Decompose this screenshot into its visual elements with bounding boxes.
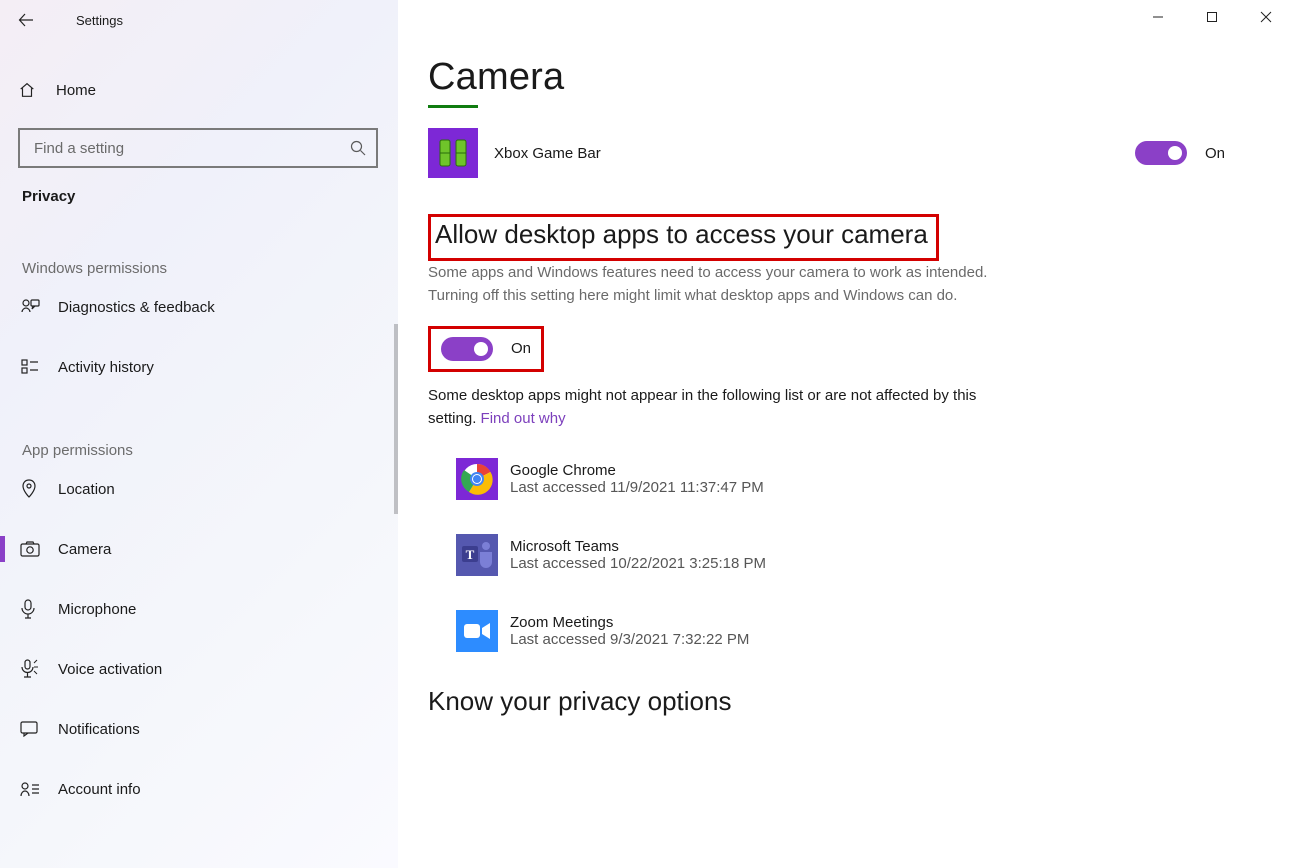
sidebar-category-privacy: Privacy (18, 188, 398, 205)
window-controls (1131, 0, 1293, 34)
zoom-icon (456, 610, 498, 652)
sidebar-item-camera[interactable]: Camera (18, 529, 398, 569)
toggle-label: On (511, 340, 531, 357)
nav-label: Microphone (58, 601, 136, 618)
minimize-button[interactable] (1131, 0, 1185, 34)
find-out-why-link[interactable]: Find out why (481, 410, 566, 427)
sidebar-item-notifications[interactable]: Notifications (18, 709, 398, 749)
microphone-icon (20, 599, 58, 619)
group-windows-permissions: Windows permissions (18, 260, 398, 277)
sidebar-item-account-info[interactable]: Account info (18, 769, 398, 809)
maximize-icon (1206, 11, 1218, 23)
sidebar-item-microphone[interactable]: Microphone (18, 589, 398, 629)
activity-icon (20, 358, 58, 376)
notifications-icon (20, 721, 58, 737)
nav-label: Voice activation (58, 661, 162, 678)
back-button[interactable] (18, 12, 58, 28)
nav-label: Diagnostics & feedback (58, 299, 215, 316)
section-description: Some apps and Windows features need to a… (428, 261, 988, 308)
close-button[interactable] (1239, 0, 1293, 34)
search-box[interactable] (18, 128, 378, 168)
toggle-desktop-apps[interactable]: On (441, 337, 531, 361)
desktop-app-lastaccessed: Last accessed 9/3/2021 7:32:22 PM (510, 631, 749, 648)
desktop-app-name: Google Chrome (510, 462, 764, 479)
highlight-section-header: Allow desktop apps to access your camera (428, 214, 939, 261)
section-header-privacy-options: Know your privacy options (428, 686, 1263, 717)
desktop-app-lastaccessed: Last accessed 10/22/2021 3:25:18 PM (510, 555, 766, 572)
account-icon (20, 781, 58, 797)
chrome-icon (456, 458, 498, 500)
camera-icon (20, 541, 58, 557)
xbox-game-bar-icon (428, 128, 478, 178)
desktop-app-name: Zoom Meetings (510, 614, 749, 631)
nav-label-home: Home (56, 82, 96, 99)
toggle-switch (1135, 141, 1187, 165)
sidebar-item-voice-activation[interactable]: Voice activation (18, 649, 398, 689)
svg-text:T: T (466, 547, 475, 562)
voice-icon (20, 659, 58, 679)
maximize-button[interactable] (1185, 0, 1239, 34)
nav-label: Account info (58, 781, 141, 798)
sidebar-item-diagnostics[interactable]: Diagnostics & feedback (18, 287, 398, 327)
desktop-app-zoom: Zoom Meetings Last accessed 9/3/2021 7:3… (456, 610, 1263, 652)
desktop-app-chrome: Google Chrome Last accessed 11/9/2021 11… (456, 458, 1263, 500)
close-icon (1260, 11, 1272, 23)
sidebar-item-location[interactable]: Location (18, 469, 398, 509)
nav-label: Location (58, 481, 115, 498)
teams-icon: T (456, 534, 498, 576)
group-app-permissions: App permissions (18, 442, 398, 459)
nav-label: Camera (58, 541, 111, 558)
title-underline (428, 105, 478, 108)
desktop-apps-list: Google Chrome Last accessed 11/9/2021 11… (456, 458, 1263, 652)
arrow-left-icon (18, 12, 34, 28)
desktop-app-name: Microsoft Teams (510, 538, 766, 555)
section-header-desktop-apps: Allow desktop apps to access your camera (435, 219, 928, 250)
desktop-apps-note: Some desktop apps might not appear in th… (428, 384, 988, 431)
page-title: Camera (428, 56, 1263, 99)
app-name: Xbox Game Bar (494, 145, 1135, 162)
home-icon (18, 81, 56, 99)
sidebar: Settings Home Privacy Windows permission… (0, 0, 398, 868)
window-title: Settings (76, 13, 123, 28)
sidebar-home[interactable]: Home (18, 70, 398, 110)
nav-label: Activity history (58, 359, 154, 376)
toggle-switch (441, 337, 493, 361)
nav-label: Notifications (58, 721, 140, 738)
location-icon (20, 479, 58, 499)
highlight-toggle: On (428, 326, 544, 372)
minimize-icon (1152, 11, 1164, 23)
sidebar-item-activity-history[interactable]: Activity history (18, 347, 398, 387)
search-input[interactable] (32, 139, 350, 158)
desktop-app-teams: T Microsoft Teams Last accessed 10/22/20… (456, 534, 1263, 576)
uwp-app-row-xbox: Xbox Game Bar On (428, 128, 1263, 178)
feedback-icon (20, 298, 58, 316)
toggle-label: On (1205, 145, 1225, 162)
desktop-app-lastaccessed: Last accessed 11/9/2021 11:37:47 PM (510, 479, 764, 496)
main-content: Camera Xbox Game Bar On Allow desktop ap… (398, 0, 1293, 868)
titlebar: Settings (0, 0, 398, 40)
toggle-xbox[interactable]: On (1135, 141, 1225, 165)
search-icon (350, 140, 366, 156)
